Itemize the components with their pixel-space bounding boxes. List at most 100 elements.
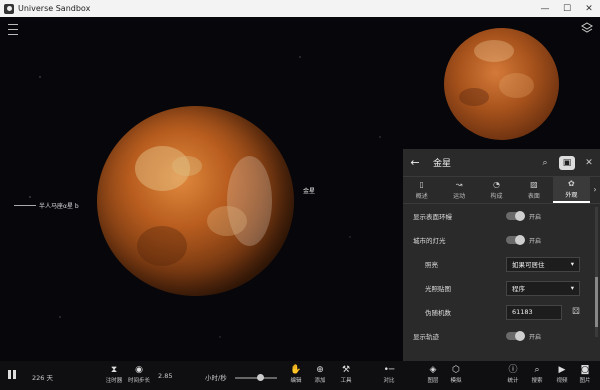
surface-icon: ▨ (530, 180, 538, 189)
tab-more-icon[interactable]: › (590, 177, 600, 203)
row-illumination: 照亮 如果可居住 ▾ (403, 252, 600, 276)
panel-scrollbar[interactable] (595, 207, 598, 337)
layers-icon: ◈ (429, 365, 437, 375)
back-arrow-icon[interactable]: ← (403, 156, 427, 169)
search-icon[interactable]: ⌕ (534, 153, 556, 173)
pause-icon[interactable] (8, 370, 16, 379)
chevron-down-icon: ▾ (570, 284, 574, 292)
tab-label: 外观 (565, 192, 578, 199)
row-label: 照亮 (425, 261, 438, 269)
search-button[interactable]: ⌕ 搜索 (528, 365, 546, 384)
row-label: 显示表面环幔 (413, 213, 452, 221)
add-button[interactable]: ⊕ 添加 (311, 365, 329, 384)
focus-icon[interactable]: ▣ (559, 155, 575, 170)
object-panel: ← 金星 ⌕ ▣ ✕ ▯ 概述 ↝ 运动 ◔ 构成 ▨ 表面 ✿ 外观 › 显示表面环幔 … (403, 149, 600, 361)
seed-input[interactable]: 61183 (506, 304, 562, 320)
simulate-button[interactable]: ⬡ 模拟 (447, 365, 465, 384)
window-title: Universe Sandbox (18, 4, 91, 13)
speed-value: 2.85 (158, 372, 173, 380)
dice-icon[interactable]: ⚄ (572, 307, 580, 317)
row-label: 显示轨迹 (413, 333, 439, 341)
edit-button[interactable]: ✋ 编辑 (287, 365, 305, 384)
toolbar-label: 模拟 (450, 378, 462, 384)
layers-icon[interactable] (581, 22, 593, 34)
layers-button[interactable]: ◈ 图层 (424, 365, 442, 384)
photo-button[interactable]: ◙ 图片 (576, 365, 594, 384)
minimize-button[interactable]: — (534, 0, 556, 17)
tab-surface[interactable]: ▨ 表面 (515, 177, 552, 203)
video-button[interactable]: ▶ 视频 (553, 365, 571, 384)
select-value: 程序 (512, 285, 525, 293)
scrollbar-thumb[interactable] (595, 277, 598, 327)
planet-secondary[interactable] (444, 28, 559, 140)
venus-label[interactable]: 金星 (303, 186, 315, 195)
toolbar-label: 搜索 (531, 378, 543, 384)
app-icon (4, 3, 14, 14)
row-light-map: 光照贴图 程序 ▾ (403, 276, 600, 300)
tab-label: 概述 (415, 193, 428, 200)
compare-button[interactable]: •─ 对比 (380, 365, 398, 384)
row-label: 城市的灯光 (413, 237, 446, 245)
overview-icon: ▯ (419, 180, 424, 189)
city-lights-toggle[interactable] (506, 235, 525, 245)
pointer-line (14, 205, 36, 206)
toolbar-label: 工具 (340, 378, 352, 384)
title-bar: Universe Sandbox — ☐ ✕ (0, 0, 600, 17)
tab-label: 运动 (453, 193, 466, 200)
light-map-select[interactable]: 程序 ▾ (506, 280, 580, 296)
speed-slider[interactable] (235, 374, 277, 381)
show-orbit-toggle[interactable] (506, 331, 525, 341)
search-icon: ⌕ (534, 365, 540, 375)
composition-icon: ◔ (493, 180, 500, 189)
tab-composition[interactable]: ◔ 构成 (478, 177, 515, 203)
toolbar-label: 图层 (427, 378, 439, 384)
elapsed-time: 226 天 (32, 374, 53, 382)
tab-appearance[interactable]: ✿ 外观 (552, 177, 591, 203)
panel-header: ← 金星 ⌕ ▣ ✕ (403, 149, 600, 177)
alpha-centauri-label[interactable]: 半人马座α星 b (14, 201, 79, 210)
wrench-icon: ⚒ (341, 365, 351, 375)
camera-icon: ◙ (580, 365, 590, 375)
toggle-text: 开启 (529, 237, 542, 245)
tab-motion[interactable]: ↝ 运动 (440, 177, 477, 203)
close-button[interactable]: ✕ (578, 0, 600, 17)
row-surface-ring: 显示表面环幔 开启 (403, 204, 600, 228)
row-label: 伪随机数 (425, 309, 451, 317)
tab-overview[interactable]: ▯ 概述 (403, 177, 440, 203)
row-seed: 伪随机数 61183 ⚄ (403, 300, 600, 324)
alpha-centauri-text: 半人马座α星 b (39, 203, 79, 210)
timer-button[interactable]: ⧗ 注时器 (102, 365, 126, 384)
info-icon: ⓘ (508, 365, 518, 375)
hand-icon: ✋ (290, 365, 302, 375)
close-panel-icon[interactable]: ✕ (578, 153, 600, 173)
row-label: 光照贴图 (425, 285, 451, 293)
menu-icon[interactable] (8, 24, 18, 35)
stats-button[interactable]: ⓘ 统计 (504, 365, 522, 384)
timestep-button[interactable]: ◉ 时间步长 (125, 365, 153, 384)
timestep-icon: ◉ (135, 365, 143, 375)
toolbar-label: 添加 (314, 378, 326, 384)
toolbar-label: 统计 (507, 378, 519, 384)
illumination-select[interactable]: 如果可居住 ▾ (506, 256, 580, 272)
motion-icon: ↝ (455, 180, 463, 189)
hourglass-icon: ⧗ (110, 365, 118, 375)
cube-icon: ⬡ (452, 365, 460, 375)
tab-label: 构成 (490, 193, 503, 200)
add-icon: ⊕ (316, 365, 324, 375)
tools-button[interactable]: ⚒ 工具 (337, 365, 355, 384)
video-icon: ▶ (558, 365, 566, 375)
appearance-icon: ✿ (567, 179, 575, 188)
compare-icon: •─ (383, 365, 395, 375)
toggle-text: 开启 (529, 333, 542, 341)
tab-label: 表面 (527, 193, 540, 200)
select-value: 如果可居住 (512, 261, 545, 269)
object-name: 金星 (433, 159, 452, 169)
planet-venus[interactable] (97, 106, 294, 296)
toggle-text: 开启 (529, 213, 542, 221)
toolbar-label: 图片 (579, 378, 591, 384)
surface-ring-toggle[interactable] (506, 211, 525, 221)
slider-knob[interactable] (257, 374, 264, 381)
toolbar-label: 对比 (383, 378, 395, 384)
row-show-orbit: 显示轨迹 开启 (403, 324, 600, 348)
maximize-button[interactable]: ☐ (556, 0, 578, 17)
